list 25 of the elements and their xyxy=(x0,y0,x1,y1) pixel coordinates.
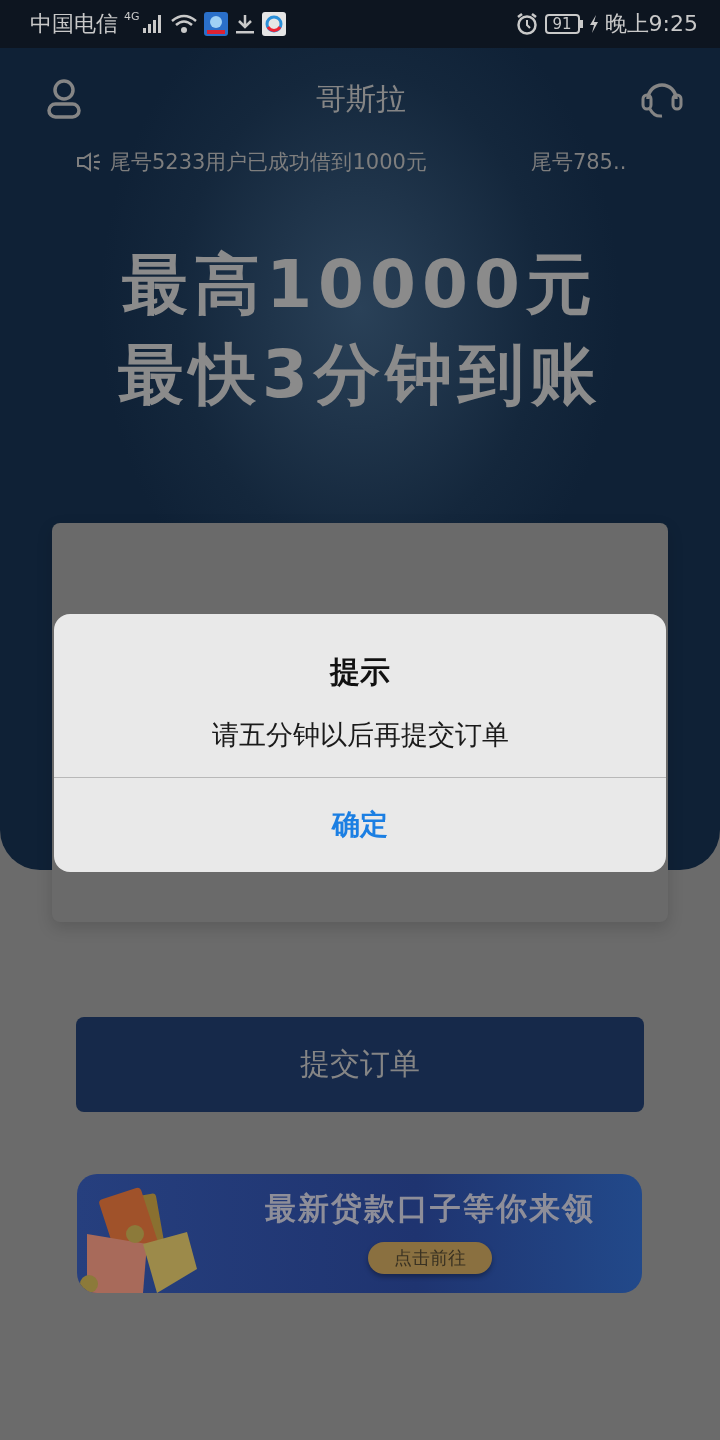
dialog-title: 提示 xyxy=(330,653,390,691)
notice-text: 尾号5233用户已成功借到1000元 xyxy=(110,149,427,176)
headline-text: 最高10000元 xyxy=(122,246,598,324)
speaker-icon xyxy=(76,152,102,172)
submit-order-button[interactable]: 提交订单 xyxy=(76,1017,644,1112)
headline-text: 最快3分钟到账 xyxy=(118,336,602,414)
promo-banner[interactable]: 最新贷款口子等你来领 点击前往 xyxy=(77,1174,642,1293)
confirm-button[interactable]: 确定 xyxy=(54,778,666,872)
carrier-name: 中国电信 xyxy=(30,10,118,38)
banner-title: 最新贷款口子等你来领 xyxy=(264,1189,595,1228)
network-type: 4G xyxy=(124,10,140,23)
go-button[interactable]: 点击前往 xyxy=(367,1242,492,1274)
alarm-icon xyxy=(514,12,539,36)
notice-text: 尾号785.. xyxy=(530,149,627,176)
app-title: 哥斯拉 xyxy=(316,79,406,118)
app-icon xyxy=(203,12,228,36)
clock-time: 晚上9:25 xyxy=(604,10,698,38)
wifi-icon xyxy=(169,14,198,34)
dialog-message: 请五分钟以后再提交订单 xyxy=(211,718,509,752)
download-icon xyxy=(233,13,256,35)
charging-icon xyxy=(588,14,599,34)
battery-level: 91 xyxy=(544,14,580,34)
signal-icon xyxy=(141,14,164,34)
profile-icon xyxy=(46,78,82,120)
app-icon xyxy=(261,12,286,36)
